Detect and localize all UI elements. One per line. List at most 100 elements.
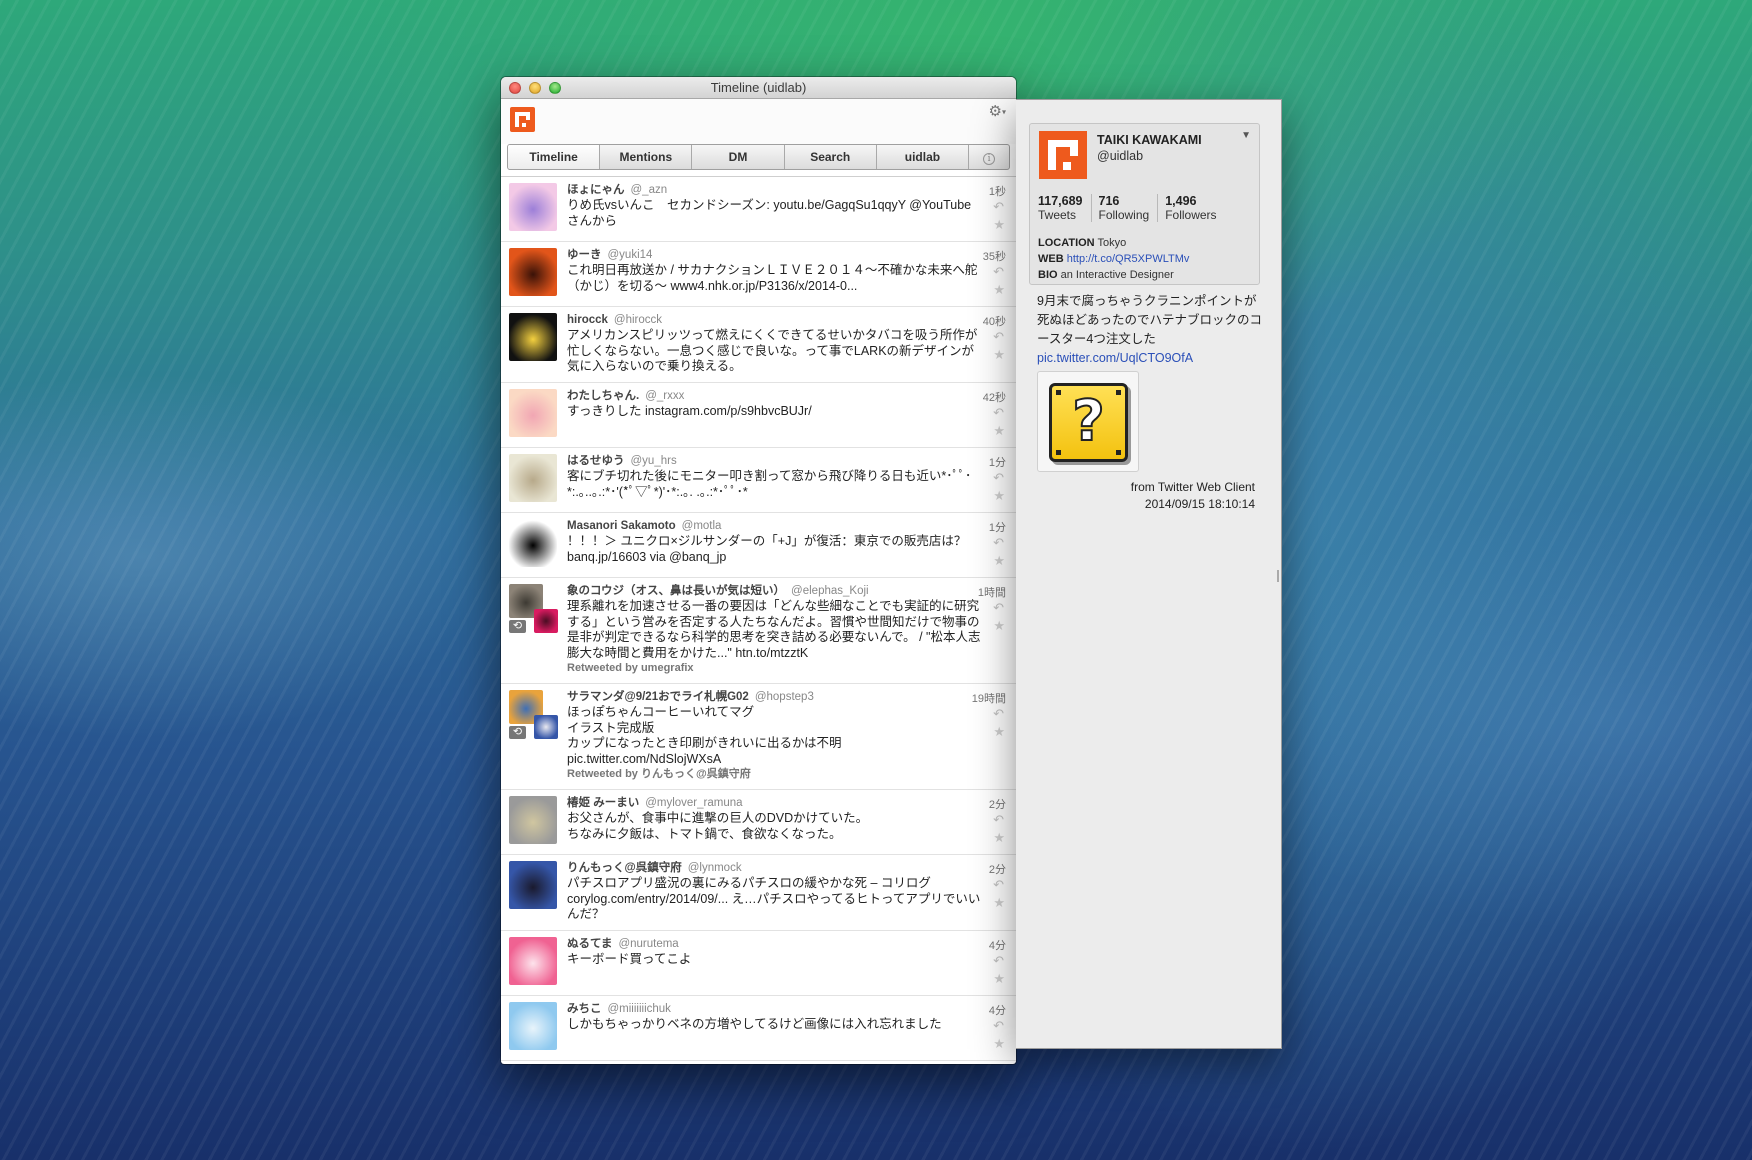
tweet-author-handle[interactable]: @elephas_Koji [791, 585, 869, 597]
stat-following[interactable]: 716 Following [1099, 194, 1159, 222]
reply-icon[interactable]: ↶ [993, 812, 1004, 828]
tweet-time[interactable]: 35秒 [983, 248, 1006, 264]
favorite-star-icon[interactable]: ★ [993, 895, 1005, 911]
tweet-time[interactable]: 42秒 [983, 389, 1006, 405]
web-link[interactable]: http://t.co/QR5XPWLTMv [1067, 253, 1190, 265]
tweet-author-handle[interactable]: @_azn [631, 184, 668, 196]
favorite-star-icon[interactable]: ★ [993, 347, 1005, 363]
tweet-author-handle[interactable]: @_rxxx [645, 390, 684, 402]
tweet-avatar[interactable] [509, 313, 557, 361]
retweeted-by[interactable]: Retweeted by りんもっく@呉鎮守府 [567, 767, 982, 782]
window-titlebar[interactable]: Timeline (uidlab) [501, 77, 1016, 99]
settings-menu-button[interactable]: ⚙▾ [989, 102, 1006, 120]
tweet-author-handle[interactable]: @miiiiiiichuk [608, 1003, 671, 1015]
tweet-avatar[interactable] [509, 248, 557, 296]
tweet-author-handle[interactable]: @yuki14 [608, 249, 653, 261]
favorite-star-icon[interactable]: ★ [993, 618, 1005, 634]
tweet-time[interactable]: 4分 [989, 937, 1006, 953]
profile-menu-dropdown-icon[interactable]: ▼ [1241, 130, 1251, 141]
favorite-star-icon[interactable]: ★ [993, 282, 1005, 298]
tweet-author-name[interactable]: hirocck [567, 314, 608, 326]
tweet-author-name[interactable]: ゆーき [567, 249, 602, 261]
tweet-author-name[interactable]: 象のコウジ（オス、鼻は長いが気は短い） [567, 585, 785, 597]
tweet-avatar[interactable] [509, 1002, 557, 1050]
tweet-avatar[interactable] [509, 937, 557, 985]
account-avatar-icon[interactable] [510, 107, 535, 132]
detail-pic-link[interactable]: pic.twitter.com/UqlCTO9OfA [1037, 351, 1193, 365]
tweet-author-name[interactable]: はるせゆう [567, 455, 625, 467]
tab-search[interactable]: Search [785, 145, 877, 169]
tweet-row[interactable]: みちこ @miiiiiiichuk しかもちゃっかりベネの方増やしてるけど画像には入… [501, 996, 1016, 1061]
tweet-row[interactable]: 椿姫 みーまい @mylover_ramuna お父さんが、食事中に進撃の巨人のDV… [501, 790, 1016, 855]
tweet-row[interactable]: はるせゆう @yu_hrs 客にブチ切れた後にモニター叩き割って窓から飛び降りる日も… [501, 448, 1016, 513]
favorite-star-icon[interactable]: ★ [993, 217, 1005, 233]
tweet-avatar[interactable] [509, 861, 557, 909]
minimize-button[interactable] [529, 82, 541, 94]
tweet-row[interactable]: りんもっく@呉鎮守府 @lynmock パチスロアプリ盛況の裏にみるパチスロの緩やか… [501, 855, 1016, 931]
tweet-avatar[interactable] [509, 796, 557, 844]
tweet-row[interactable]: わたしちゃん. @_rxxx すっきりした instagram.com/p/s9hb… [501, 383, 1016, 448]
favorite-star-icon[interactable]: ★ [993, 553, 1005, 569]
retweeter-avatar[interactable] [534, 715, 558, 739]
tab-info[interactable]: i [969, 145, 1009, 169]
reply-icon[interactable]: ↶ [993, 1018, 1004, 1034]
tweet-author-handle[interactable]: @yu_hrs [631, 455, 677, 467]
close-button[interactable] [509, 82, 521, 94]
stat-followers[interactable]: 1,496 Followers [1165, 194, 1224, 222]
detail-source[interactable]: from Twitter Web Client [1131, 479, 1255, 496]
reply-icon[interactable]: ↶ [993, 953, 1004, 969]
reply-icon[interactable]: ↶ [993, 600, 1004, 616]
tweet-time[interactable]: 1分 [989, 454, 1006, 470]
tweet-time[interactable]: 40秒 [983, 313, 1006, 329]
profile-avatar[interactable] [1039, 131, 1087, 179]
tweet-row[interactable]: hirocck @hirocck アメリカンスピリッツって燃えにくくできてるせいかタ… [501, 307, 1016, 383]
tweet-author-name[interactable]: ぬるてま [567, 938, 612, 950]
tweet-time[interactable]: 2分 [989, 796, 1006, 812]
zoom-button[interactable] [549, 82, 561, 94]
reply-icon[interactable]: ↶ [993, 405, 1004, 421]
tweet-author-handle[interactable]: @nurutema [618, 938, 678, 950]
reply-icon[interactable]: ↶ [993, 470, 1004, 486]
resize-handle[interactable] [1277, 570, 1279, 582]
tweet-time[interactable]: 2分 [989, 861, 1006, 877]
tweet-author-name[interactable]: 椿姫 みーまい [567, 797, 639, 809]
tweet-time[interactable]: 1時間 [978, 584, 1006, 600]
tweet-time[interactable]: 1分 [989, 519, 1006, 535]
tweet-avatar[interactable] [509, 389, 557, 437]
tweet-author-handle[interactable]: @motla [682, 520, 722, 532]
retweeter-avatar[interactable] [534, 609, 558, 633]
tweet-author-name[interactable]: りんもっく@呉鎮守府 [567, 862, 682, 874]
tab-uidlab[interactable]: uidlab [877, 145, 970, 169]
tweet-author-name[interactable]: サラマンダ@9/21おでライ札幌G02 [567, 691, 749, 703]
tweet-row[interactable]: ゆーき @yuki14 これ明日再放送か / サカナクションＬＩＶＥ２０１４〜不確か… [501, 242, 1016, 307]
tweet-author-handle[interactable]: @lynmock [688, 862, 742, 874]
timeline-list[interactable]: ほょにゃん @_azn りめ氏vsいんこ セカンドシーズン: youtu.be/Ga… [501, 176, 1016, 1061]
tweet-row[interactable]: Masanori Sakamoto @motla ！！！＞ ユニクロ×ジルサンダーの… [501, 513, 1016, 578]
favorite-star-icon[interactable]: ★ [993, 830, 1005, 846]
tweet-author-handle[interactable]: @hopstep3 [755, 691, 814, 703]
favorite-star-icon[interactable]: ★ [993, 971, 1005, 987]
tweet-row[interactable]: ぬるてま @nurutema キーボード買ってこよ 4分 ↶ ★ [501, 931, 1016, 996]
tweet-author-handle[interactable]: @mylover_ramuna [645, 797, 742, 809]
detail-image-thumbnail[interactable]: ? [1037, 371, 1139, 472]
tweet-author-name[interactable]: わたしちゃん. [567, 390, 639, 402]
favorite-star-icon[interactable]: ★ [993, 1036, 1005, 1052]
tweet-author-handle[interactable]: @hirocck [614, 314, 662, 326]
favorite-star-icon[interactable]: ★ [993, 488, 1005, 504]
tweet-row[interactable]: ⟲ 象のコウジ（オス、鼻は長いが気は短い） @elephas_Koji 理系離れを加速… [501, 578, 1016, 684]
tweet-avatar[interactable] [509, 454, 557, 502]
stat-tweets[interactable]: 117,689 Tweets [1038, 194, 1092, 222]
reply-icon[interactable]: ↶ [993, 329, 1004, 345]
tab-timeline[interactable]: Timeline [508, 145, 601, 169]
tweet-time[interactable]: 19時間 [972, 690, 1006, 706]
reply-icon[interactable]: ↶ [993, 264, 1004, 280]
retweeted-by[interactable]: Retweeted by umegrafix [567, 661, 982, 676]
reply-icon[interactable]: ↶ [993, 199, 1004, 215]
tweet-avatar[interactable] [509, 183, 557, 231]
reply-icon[interactable]: ↶ [993, 706, 1004, 722]
favorite-star-icon[interactable]: ★ [993, 423, 1005, 439]
tweet-author-name[interactable]: Masanori Sakamoto [567, 520, 676, 532]
tweet-time[interactable]: 4分 [989, 1002, 1006, 1018]
tweet-row[interactable]: ほょにゃん @_azn りめ氏vsいんこ セカンドシーズン: youtu.be/Ga… [501, 177, 1016, 242]
tweet-author-name[interactable]: みちこ [567, 1003, 602, 1015]
